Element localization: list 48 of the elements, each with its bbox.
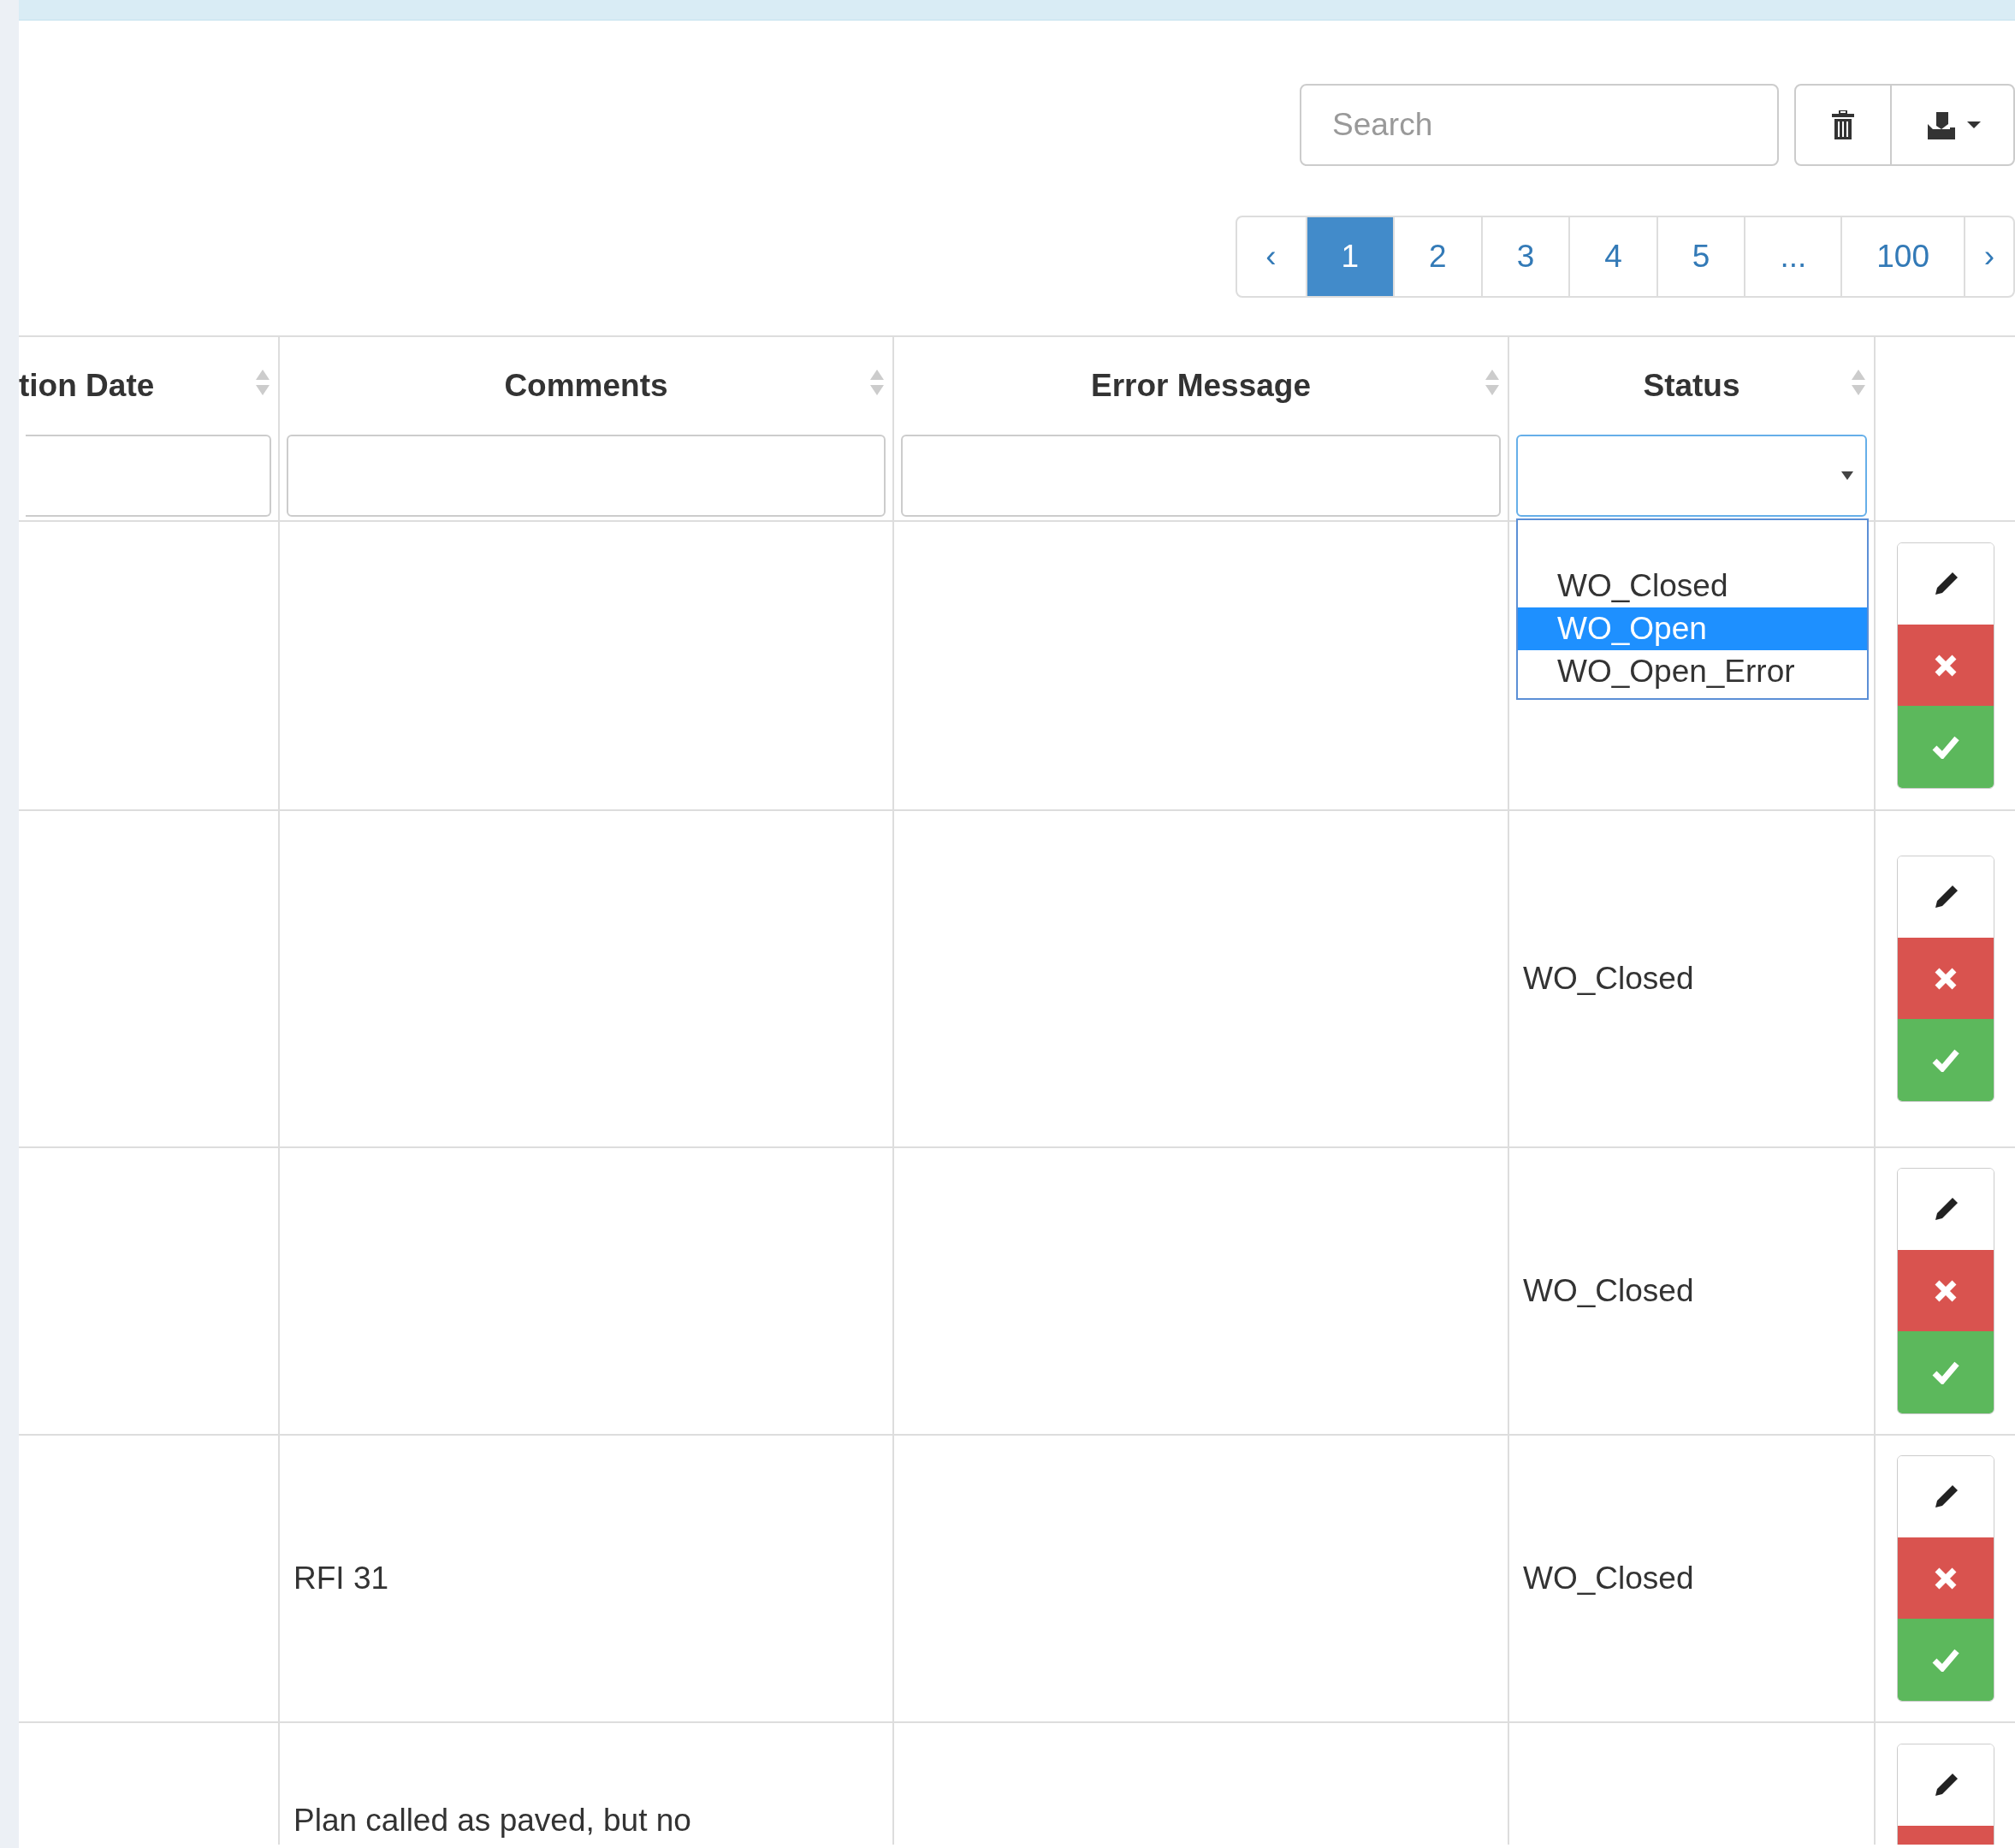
column-header[interactable]: Error Message xyxy=(1090,362,1312,410)
page-button[interactable]: 4 xyxy=(1570,217,1658,296)
check-icon xyxy=(1931,1048,1959,1072)
page-button[interactable]: 3 xyxy=(1482,217,1571,296)
sort-icon[interactable] xyxy=(870,370,884,395)
dropdown-option[interactable]: WO_Closed xyxy=(1518,565,1867,607)
close-icon xyxy=(1933,1278,1958,1303)
dropdown-option[interactable]: WO_Open_Error xyxy=(1518,650,1867,693)
table-cell-text: WO_Closed xyxy=(1523,960,1694,998)
confirm-button[interactable] xyxy=(1897,1619,1994,1701)
delete-button[interactable] xyxy=(1897,938,1994,1019)
next-page-button[interactable]: › xyxy=(1965,217,2013,296)
page-button[interactable]: 1 xyxy=(1307,217,1396,296)
close-icon xyxy=(1933,653,1958,678)
delete-button[interactable] xyxy=(1897,1537,1994,1619)
filter-field[interactable] xyxy=(26,435,271,517)
confirm-button[interactable] xyxy=(1897,706,1994,788)
caret-icon xyxy=(1967,121,1981,128)
page-button[interactable]: ... xyxy=(1745,217,1843,296)
column-header[interactable]: Comments xyxy=(504,362,668,410)
delete-button[interactable] xyxy=(1897,625,1994,706)
page-button[interactable]: 2 xyxy=(1395,217,1483,296)
check-icon xyxy=(1931,1360,1959,1384)
dropdown-option[interactable]: WO_Open xyxy=(1518,607,1867,650)
filter-field[interactable] xyxy=(901,435,1501,517)
check-icon xyxy=(1931,735,1959,759)
page-button[interactable]: 100 xyxy=(1842,217,1965,296)
close-icon xyxy=(1933,966,1958,991)
trash-icon xyxy=(1832,110,1854,139)
column-header[interactable]: tion Date xyxy=(19,362,155,410)
confirm-button[interactable] xyxy=(1897,1331,1994,1413)
check-icon xyxy=(1931,1648,1959,1672)
status-filter-select[interactable] xyxy=(1516,435,1867,517)
delete-button[interactable] xyxy=(1897,1250,1994,1331)
table-cell-text: WO_Closed xyxy=(1523,1272,1694,1311)
page-button[interactable]: 5 xyxy=(1657,217,1746,296)
confirm-button[interactable] xyxy=(1897,1019,1994,1101)
caret-icon xyxy=(1841,471,1853,480)
column-header[interactable]: Status xyxy=(1643,362,1740,410)
sort-icon[interactable] xyxy=(1485,370,1499,395)
close-icon xyxy=(1933,1566,1958,1590)
sort-icon[interactable] xyxy=(256,370,270,395)
sort-icon[interactable] xyxy=(1852,370,1865,395)
table-cell-text: Plan called as paved, but no xyxy=(293,1802,691,1839)
table-cell-text: RFI 31 xyxy=(293,1560,389,1598)
filter-field[interactable] xyxy=(287,435,886,517)
search-field[interactable]: Search xyxy=(1300,84,1779,166)
table-cell-text: WO_Closed xyxy=(1523,1560,1694,1598)
